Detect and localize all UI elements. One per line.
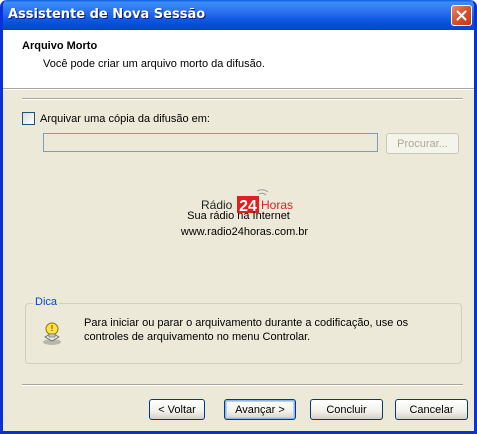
wizard-header: Arquivo Morto Você pode criar um arquivo…: [3, 30, 474, 88]
window-title: Assistente de Nova Sessão: [8, 7, 206, 22]
archive-checkbox-label[interactable]: Arquivar uma cópia da difusão em:: [40, 113, 210, 125]
title-bar[interactable]: Assistente de Nova Sessão: [3, 0, 474, 30]
tip-legend: Dica: [33, 296, 60, 308]
radio-tagline: Sua rádio na Internet: [187, 210, 290, 222]
tip-text: Para iniciar ou parar o arquivamento dur…: [84, 317, 409, 343]
next-button[interactable]: Avançar >: [224, 399, 296, 420]
page-title: Arquivo Morto: [22, 40, 98, 52]
lightbulb-tip-icon: !: [43, 322, 61, 345]
wizard-window: Assistente de Nova Sessão Arquivo Morto …: [0, 0, 477, 434]
close-icon: [456, 10, 467, 21]
svg-text:!: !: [51, 324, 54, 333]
radio-url: www.radio24horas.com.br: [180, 226, 309, 238]
finish-button[interactable]: Concluir: [310, 399, 383, 420]
close-button[interactable]: [451, 5, 472, 26]
page-subtitle: Você pode criar um arquivo morto da difu…: [43, 58, 265, 70]
back-button[interactable]: < Voltar: [149, 399, 205, 420]
archive-checkbox-row[interactable]: Arquivar uma cópia da difusão em:: [22, 112, 210, 125]
footer-divider: [22, 384, 463, 386]
browse-button[interactable]: Procurar...: [386, 133, 459, 154]
section-divider: [22, 98, 463, 100]
archive-path-input[interactable]: [43, 133, 378, 152]
header-divider: [3, 88, 474, 90]
archive-checkbox[interactable]: [22, 112, 35, 125]
cancel-button[interactable]: Cancelar: [395, 399, 468, 420]
tip-groupbox: Dica ! Para iniciar ou parar o arquivame…: [25, 296, 462, 364]
